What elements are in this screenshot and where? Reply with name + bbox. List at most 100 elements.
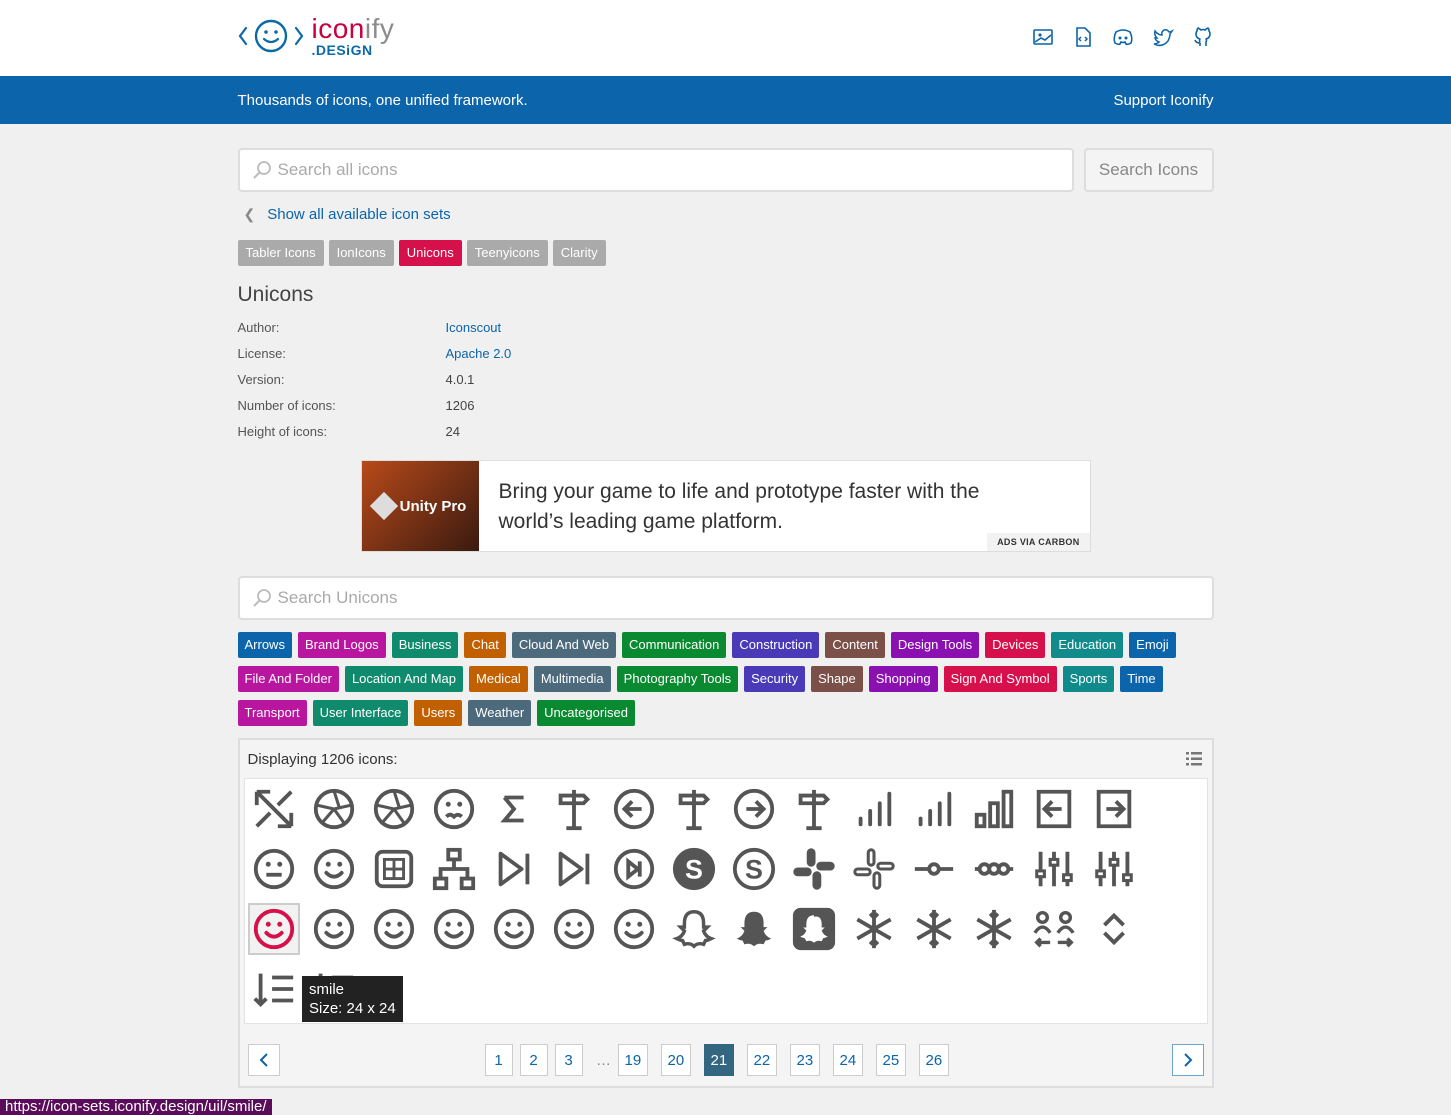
- aperture-icon[interactable]: [308, 783, 360, 835]
- page-23-button[interactable]: 23: [789, 1044, 821, 1076]
- info-value[interactable]: Apache 2.0: [446, 346, 512, 361]
- smile-wink-icon[interactable]: [548, 903, 600, 955]
- social-distancing-icon[interactable]: [1028, 903, 1080, 955]
- carbon-ad[interactable]: Unity Pro Bring your game to life and pr…: [360, 460, 1091, 552]
- info-value[interactable]: Iconscout: [446, 320, 502, 335]
- ad-image[interactable]: Unity Pro: [361, 461, 479, 551]
- category-content[interactable]: Content: [825, 632, 885, 658]
- snapchat-alt-icon[interactable]: [668, 903, 720, 955]
- ad-text[interactable]: Bring your game to life and prototype fa…: [479, 461, 1039, 551]
- snow-flake-icon[interactable]: [968, 903, 1020, 955]
- search-set-input[interactable]: Search Unicons: [237, 576, 1214, 620]
- smile-icon[interactable]: [247, 903, 300, 955]
- snapchat-square-icon[interactable]: [788, 903, 840, 955]
- category-location-and-map[interactable]: Location And Map: [344, 666, 464, 692]
- page-22-button[interactable]: 22: [746, 1044, 778, 1076]
- signpost-right-icon[interactable]: [788, 783, 840, 835]
- smile-dizzy-icon[interactable]: [368, 903, 420, 955]
- sad-dizzy-icon[interactable]: [308, 843, 360, 895]
- category-sports[interactable]: Sports: [1062, 666, 1115, 692]
- page-24-button[interactable]: 24: [832, 1044, 864, 1076]
- sigma-icon[interactable]: [488, 783, 540, 835]
- skip-forward-circle-icon[interactable]: [608, 843, 660, 895]
- category-time[interactable]: Time: [1120, 666, 1163, 692]
- github-icon[interactable]: [1192, 26, 1214, 48]
- arrow-circle-right-icon[interactable]: [728, 783, 780, 835]
- signal-alt-icon[interactable]: [908, 783, 960, 835]
- support-link[interactable]: Support Iconify: [1113, 92, 1213, 109]
- slack-alt-icon[interactable]: [848, 843, 900, 895]
- arrow-circle-left-icon[interactable]: [608, 783, 660, 835]
- snowflake-icon[interactable]: [848, 903, 900, 955]
- frown-icon[interactable]: [428, 783, 480, 835]
- page-25-button[interactable]: 25: [875, 1044, 907, 1076]
- category-sign-and-symbol[interactable]: Sign And Symbol: [943, 666, 1057, 692]
- category-multimedia[interactable]: Multimedia: [533, 666, 611, 692]
- sign-in-icon[interactable]: [1028, 783, 1080, 835]
- category-transport[interactable]: Transport: [237, 700, 307, 726]
- page-26-button[interactable]: 26: [918, 1044, 950, 1076]
- sitemap-icon[interactable]: [428, 843, 480, 895]
- smile-wink-alt-icon[interactable]: [608, 903, 660, 955]
- show-all-sets-link[interactable]: ❮ Show all available icon sets: [244, 206, 1214, 223]
- category-user-interface[interactable]: User Interface: [312, 700, 409, 726]
- search-icons-button[interactable]: Search Icons: [1083, 148, 1214, 192]
- arrows-shrink-icon[interactable]: [248, 783, 300, 835]
- category-business[interactable]: Business: [391, 632, 459, 658]
- next-page-button[interactable]: [1171, 1044, 1204, 1076]
- category-design-tools[interactable]: Design Tools: [890, 632, 980, 658]
- silence-icon[interactable]: [248, 843, 300, 895]
- discord-icon[interactable]: [1112, 26, 1134, 48]
- image-icon[interactable]: [1032, 26, 1054, 48]
- category-construction[interactable]: Construction: [732, 632, 820, 658]
- list-view-icon[interactable]: [1185, 752, 1202, 766]
- set-tab-clarity[interactable]: Clarity: [552, 240, 606, 266]
- signpost-alt-icon[interactable]: [548, 783, 600, 835]
- signal-icon[interactable]: [848, 783, 900, 835]
- set-tab-ionicons[interactable]: IonIcons: [328, 240, 394, 266]
- smile-beam-icon[interactable]: [308, 903, 360, 955]
- page-1-button[interactable]: 1: [484, 1044, 513, 1076]
- category-chat[interactable]: Chat: [464, 632, 506, 658]
- category-devices[interactable]: Devices: [985, 632, 1046, 658]
- category-users[interactable]: Users: [414, 700, 463, 726]
- snapchat-ghost-icon[interactable]: [728, 903, 780, 955]
- category-communication[interactable]: Communication: [622, 632, 727, 658]
- smile-squint-wink-alt-icon[interactable]: [488, 903, 540, 955]
- code-file-icon[interactable]: [1072, 26, 1094, 48]
- sim-card-icon[interactable]: [368, 843, 420, 895]
- sign-out-icon[interactable]: [1088, 783, 1140, 835]
- signpost-icon[interactable]: [668, 783, 720, 835]
- set-tab-unicons[interactable]: Unicons: [398, 240, 462, 266]
- page-3-button[interactable]: 3: [554, 1044, 583, 1076]
- snowflake-alt-icon[interactable]: [908, 903, 960, 955]
- skype-alt-icon[interactable]: S: [728, 843, 780, 895]
- search-all-input[interactable]: Search all icons: [237, 148, 1074, 192]
- sliders-v-alt-icon[interactable]: [1088, 843, 1140, 895]
- sliders-v-icon[interactable]: [1028, 843, 1080, 895]
- category-uncategorised[interactable]: Uncategorised: [537, 700, 635, 726]
- category-photography-tools[interactable]: Photography Tools: [616, 666, 739, 692]
- category-security[interactable]: Security: [744, 666, 806, 692]
- skip-forward-icon[interactable]: [488, 843, 540, 895]
- slack-icon[interactable]: [788, 843, 840, 895]
- category-brand-logos[interactable]: Brand Logos: [297, 632, 386, 658]
- category-file-and-folder[interactable]: File And Folder: [237, 666, 339, 692]
- category-emoji[interactable]: Emoji: [1129, 632, 1176, 658]
- skype-icon[interactable]: S: [668, 843, 720, 895]
- set-tab-tabler-icons[interactable]: Tabler Icons: [237, 240, 324, 266]
- signal-bars-icon[interactable]: [968, 783, 1020, 835]
- skip-forward-alt-icon[interactable]: [548, 843, 600, 895]
- slider-h-icon[interactable]: [908, 843, 960, 895]
- category-cloud-and-web[interactable]: Cloud And Web: [511, 632, 617, 658]
- category-weather[interactable]: Weather: [468, 700, 532, 726]
- aperture-alt-icon[interactable]: [368, 783, 420, 835]
- iconify-logo[interactable]: iconify .DESiGN: [238, 14, 395, 58]
- prev-page-button[interactable]: [247, 1044, 280, 1076]
- page-2-button[interactable]: 2: [519, 1044, 548, 1076]
- category-medical[interactable]: Medical: [469, 666, 528, 692]
- slider-h-range-icon[interactable]: [968, 843, 1020, 895]
- twitter-icon[interactable]: [1152, 26, 1174, 48]
- category-shopping[interactable]: Shopping: [868, 666, 938, 692]
- page-21-button[interactable]: 21: [703, 1044, 735, 1076]
